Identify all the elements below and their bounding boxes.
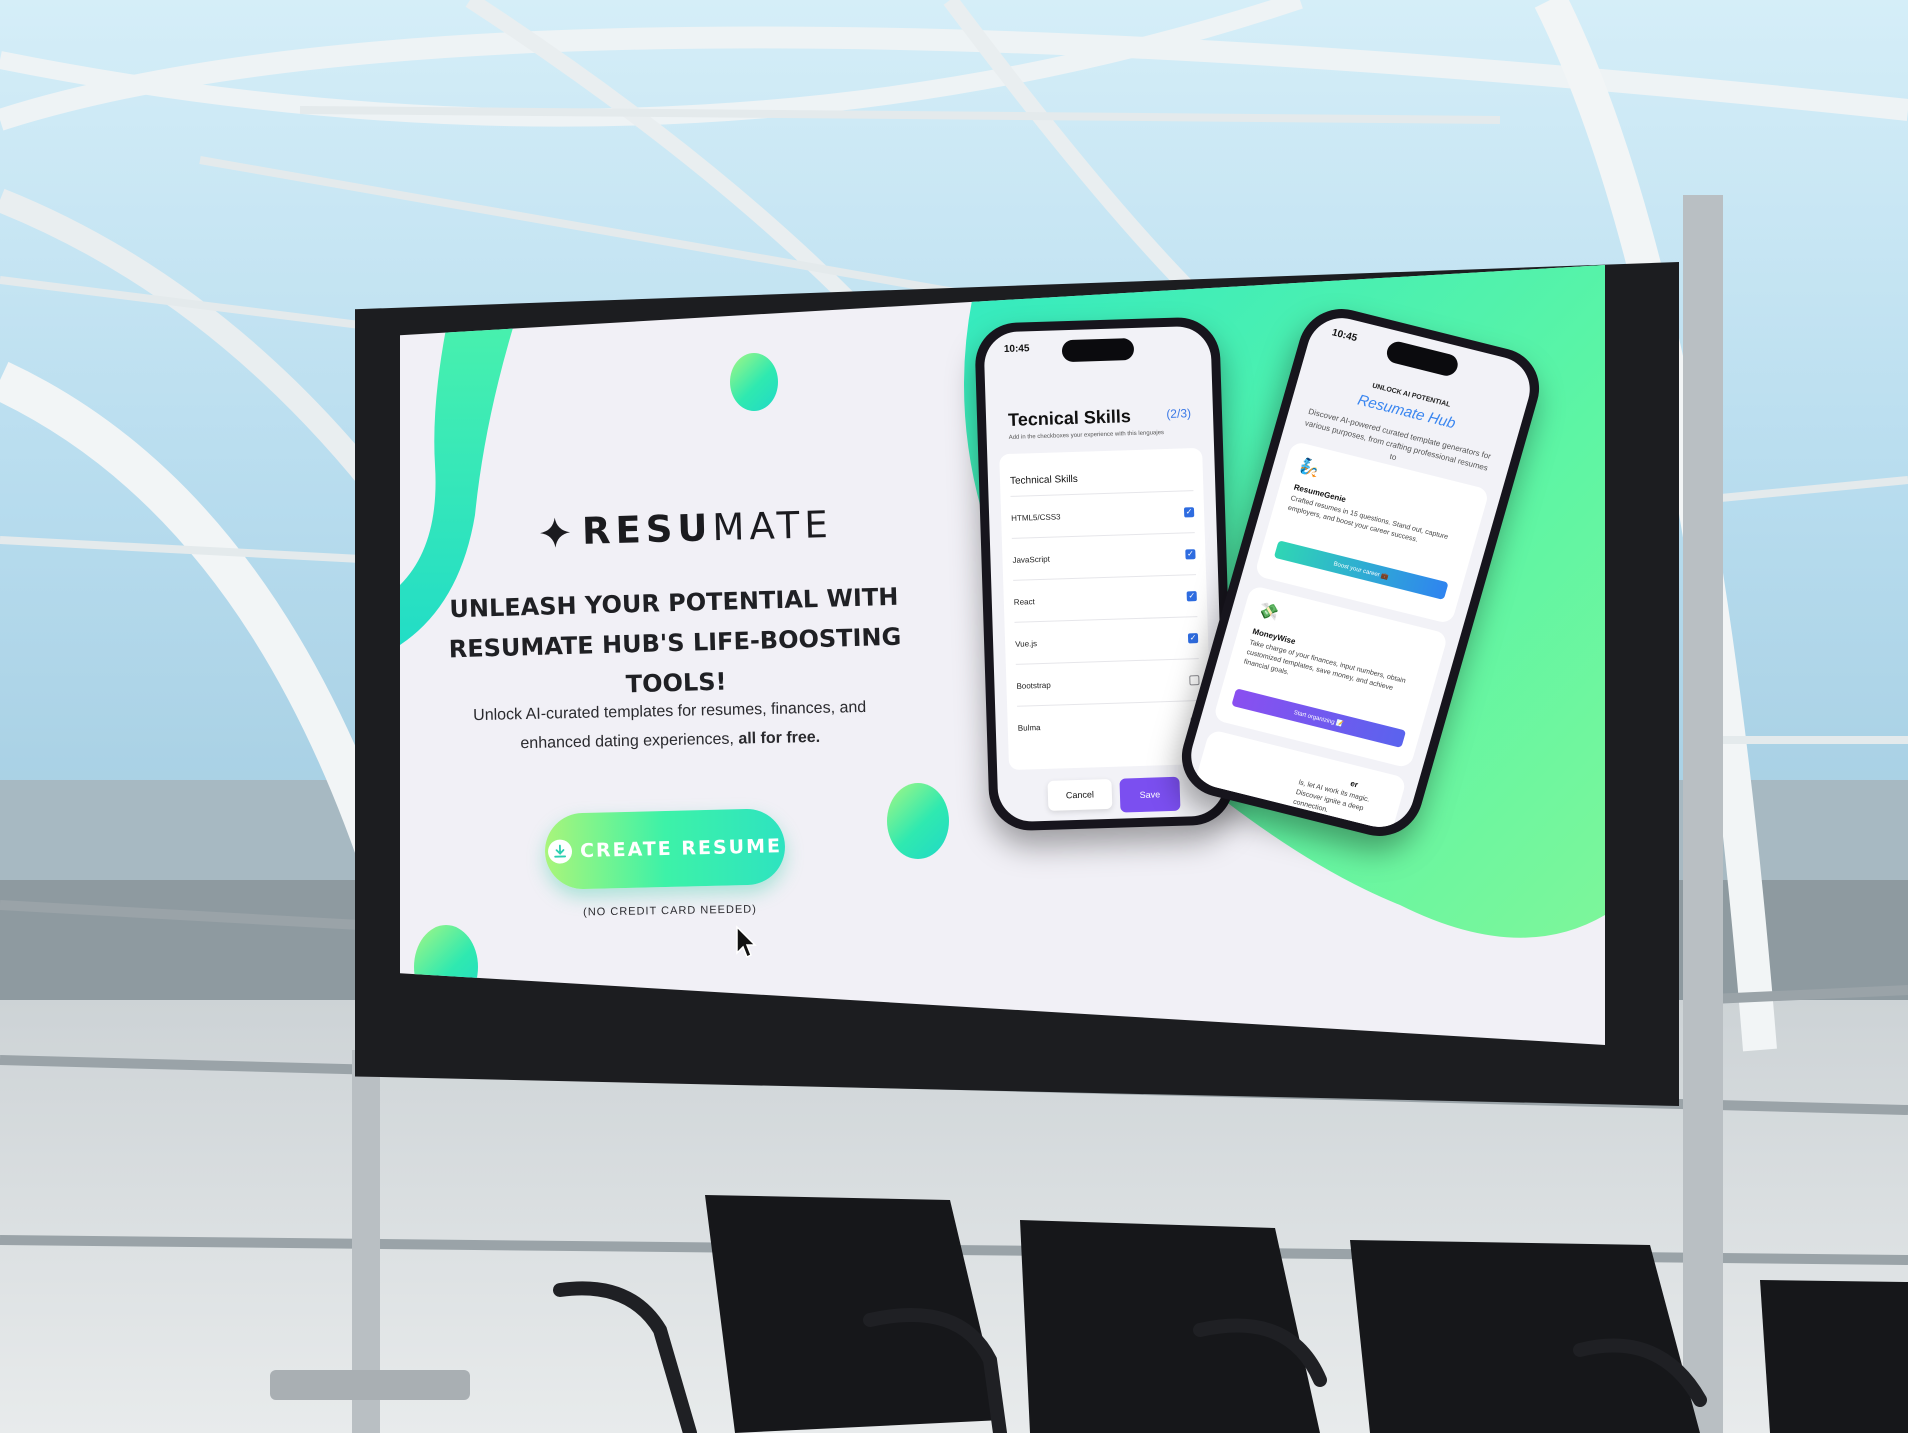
- status-time: 10:45: [1330, 327, 1359, 345]
- four-point-star-icon: [540, 517, 571, 548]
- money-icon: 💸: [1256, 601, 1281, 623]
- skill-row[interactable]: Vue.js ✓: [1014, 616, 1199, 665]
- status-time: 10:45: [1003, 343, 1030, 356]
- dynamic-island: [1061, 337, 1134, 363]
- mouse-cursor-icon: [736, 925, 757, 959]
- create-resume-button[interactable]: CREATE RESUME: [544, 808, 786, 890]
- skill-row[interactable]: Bootstrap: [1015, 658, 1201, 707]
- skill-label: HTML5/CSS3: [1011, 511, 1061, 523]
- skill-row[interactable]: JavaScript ✓: [1011, 532, 1197, 581]
- skills-hint: Add in the checkboxes your experience wi…: [1008, 430, 1165, 441]
- subtext: Unlock AI-curated templates for resumes,…: [459, 693, 880, 760]
- cancel-button[interactable]: Cancel: [1047, 778, 1113, 811]
- dynamic-island: [1383, 339, 1460, 378]
- subtext-line-2: enhanced dating experiences,: [520, 730, 735, 753]
- skill-checkbox[interactable]: [1189, 675, 1200, 686]
- genie-lamp-icon: 🧞: [1297, 457, 1322, 479]
- download-icon: [547, 839, 573, 864]
- decor-circle: [730, 353, 778, 411]
- skill-checkbox[interactable]: ✓: [1187, 633, 1199, 644]
- decor-circle: [887, 783, 949, 859]
- skill-label: Bulma: [1017, 722, 1041, 733]
- create-resume-label: CREATE RESUME: [579, 835, 783, 863]
- skill-label: Vue.js: [1015, 638, 1038, 649]
- skill-row[interactable]: React ✓: [1013, 574, 1198, 623]
- skill-label: JavaScript: [1012, 554, 1050, 565]
- save-button[interactable]: Save: [1119, 776, 1181, 813]
- skill-label: React: [1013, 596, 1035, 607]
- brand-wordmark-light: MATE: [711, 502, 834, 550]
- boost-career-button[interactable]: Boost your career 💼: [1273, 540, 1449, 600]
- skill-checkbox[interactable]: ✓: [1186, 591, 1197, 602]
- skills-step-indicator: (2/3): [1166, 406, 1192, 421]
- brand-logo: RESU MATE: [539, 503, 833, 554]
- skill-row[interactable]: HTML5/CSS3 ✓: [1010, 490, 1195, 539]
- skills-section-header: Technical Skills: [1009, 473, 1078, 487]
- skill-row[interactable]: Bulma: [1017, 700, 1202, 749]
- skill-checkbox[interactable]: ✓: [1183, 507, 1195, 518]
- skill-label: Bootstrap: [1016, 680, 1051, 691]
- billboard-screen: RESU MATE UNLEASH YOUR POTENTIAL WITH RES…: [400, 265, 1605, 1045]
- headline: UNLEASH YOUR POTENTIAL WITH RESUMATE HUB…: [443, 577, 906, 710]
- tool-description: Crafted resumes in 15 questions. Stand o…: [1286, 495, 1449, 544]
- skills-title: Tecnical Skills: [1007, 406, 1132, 430]
- subtext-emphasis: all for free.: [738, 728, 821, 748]
- brand-wordmark-bold: RESU: [581, 506, 714, 553]
- brand-wordmark: RESU MATE: [581, 503, 833, 553]
- tool-name: er: [1349, 778, 1360, 790]
- skill-checkbox[interactable]: ✓: [1185, 549, 1196, 560]
- skills-card: Technical Skills HTML5/CSS3 ✓ JavaScript…: [999, 447, 1213, 771]
